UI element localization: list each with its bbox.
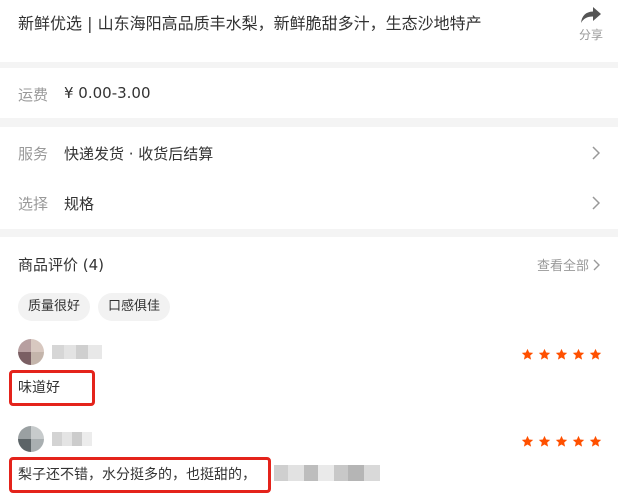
highlight-box <box>9 457 271 493</box>
blurred-username <box>52 432 92 446</box>
share-arrow-icon <box>581 7 601 23</box>
star-icon <box>521 435 534 447</box>
shipping-row: 运费 ¥ 0.00-3.00 <box>0 68 618 118</box>
star-icon <box>555 348 568 360</box>
see-all-label: 查看全部 <box>536 259 589 274</box>
reviews-section: 商品评价 (4) 查看全部 质量很好 口感俱佳 味道好 梨子还不错，水分挺多的，… <box>0 237 618 499</box>
blurred-username <box>52 345 102 359</box>
select-value: 规格 <box>64 195 95 213</box>
reviews-title: 商品评价 (4) <box>18 256 105 274</box>
star-icon <box>572 348 585 360</box>
review-tag[interactable]: 口感俱佳 <box>98 293 171 321</box>
product-title-section: 新鲜优选 | 山东海阳高品质丰水梨，新鲜脆甜多汁，生态沙地特产 分享 <box>0 0 618 62</box>
highlight-box <box>9 370 95 406</box>
avatar <box>18 426 44 452</box>
shipping-value: ¥ 0.00-3.00 <box>64 84 151 102</box>
share-label: 分享 <box>578 28 603 42</box>
star-icon <box>589 348 602 360</box>
star-icon <box>555 435 568 447</box>
chevron-right-icon <box>593 259 600 270</box>
service-value: 快递发货 · 收货后结算 <box>64 145 214 163</box>
review-tag[interactable]: 质量很好 <box>18 293 91 321</box>
chevron-right-icon <box>592 196 600 210</box>
chevron-right-icon <box>592 146 600 160</box>
share-button[interactable]: 分享 <box>574 6 608 43</box>
product-title: 新鲜优选 | 山东海阳高品质丰水梨，新鲜脆甜多汁，生态沙地特产 <box>18 14 482 33</box>
star-icon <box>589 435 602 447</box>
star-icon <box>572 435 585 447</box>
select-label: 选择 <box>18 195 49 213</box>
service-row[interactable]: 服务 快递发货 · 收货后结算 <box>0 127 618 177</box>
star-icon <box>521 348 534 360</box>
avatar <box>18 339 44 365</box>
star-icon <box>538 348 551 360</box>
review-tags: 质量很好 口感俱佳 <box>18 293 171 321</box>
select-spec-row[interactable]: 选择 规格 <box>0 177 618 227</box>
star-icon <box>538 435 551 447</box>
rating-stars <box>521 435 602 448</box>
rating-stars <box>521 348 602 361</box>
blurred-review-text <box>274 465 380 481</box>
shipping-label: 运费 <box>18 86 49 104</box>
service-label: 服务 <box>18 145 49 163</box>
see-all-reviews-link[interactable]: 查看全部 <box>537 255 600 274</box>
service-section: 服务 快递发货 · 收货后结算 选择 规格 <box>0 127 618 229</box>
